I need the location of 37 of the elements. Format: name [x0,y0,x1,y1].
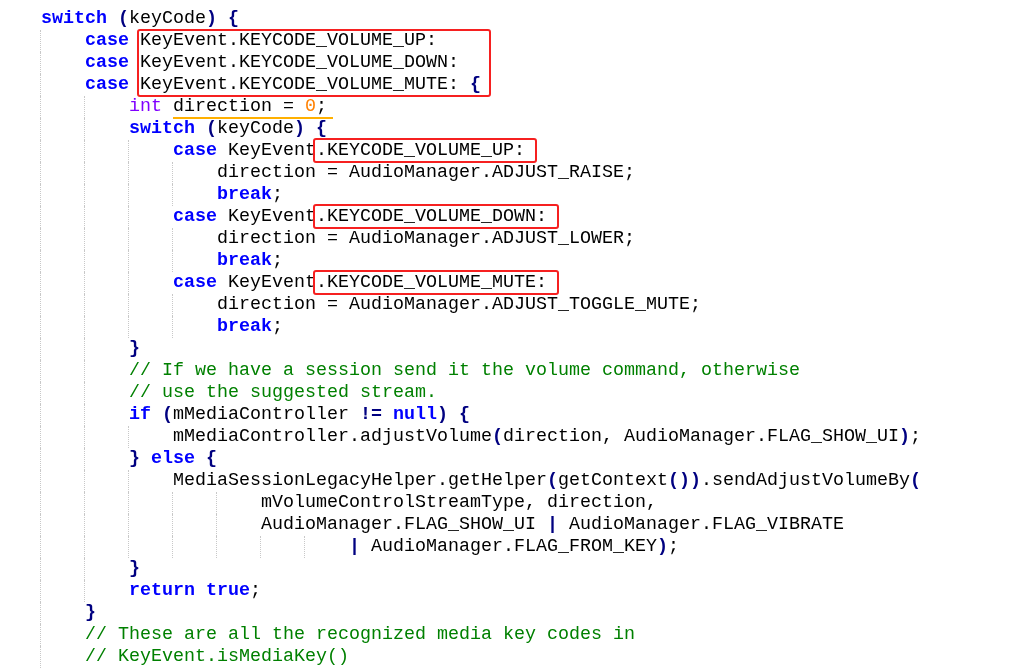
code-line: break; [217,250,283,271]
code-line: | AudioManager.FLAG_FROM_KEY); [349,536,679,557]
code-line: MediaSessionLegacyHelper.getHelper(getContext()).sendAdjustVolumeBy( [173,470,921,491]
code-line: case KeyEvent [173,272,316,293]
code-line: return true; [129,580,261,601]
code-comment: // use the suggested stream. [129,382,437,403]
code-line: switch (keyCode) { [41,8,239,29]
code-line: if (mMediaController != null) { [129,404,470,425]
code-comment: // If we have a session send it the volume command, otherwise [129,360,800,381]
code-line: break; [217,184,283,205]
highlighted-code: KeyEvent.KEYCODE_VOLUME_UP: [140,30,437,51]
code-line: switch (keyCode) { [129,118,327,139]
code-line: case [85,74,130,95]
code-comment: // KeyEvent.isMediaKey() [85,646,349,667]
code-line: } [129,338,140,359]
code-line: direction = AudioManager.ADJUST_TOGGLE_MUTE; [217,294,701,315]
highlighted-code: .KEYCODE_VOLUME_MUTE: [313,270,559,295]
code-line: case [85,52,130,73]
code-line: case KeyEvent [173,206,316,227]
highlighted-code: .KEYCODE_VOLUME_DOWN: [313,204,559,229]
code-line: direction = AudioManager.ADJUST_RAISE; [217,162,635,183]
code-line: } [85,602,96,623]
code-line: int [129,96,163,117]
code-line: direction = AudioManager.ADJUST_LOWER; [217,228,635,249]
code-line: } [129,558,140,579]
code-line: AudioManager.FLAG_SHOW_UI | AudioManager.FLAG_VIBRATE [261,514,844,535]
code-line: mMediaController.adjustVolume(direction, AudioManager.FLAG_SHOW_UI); [173,426,921,447]
code-comment: // These are all the recognized media key codes in [85,624,635,645]
code-line: case KeyEvent [173,140,316,161]
code-line: mVolumeControlStreamType, direction, [261,492,657,513]
highlighted-code: .KEYCODE_VOLUME_UP: [313,138,537,163]
code-line: } else { [129,448,217,469]
highlighted-code: KeyEvent.KEYCODE_VOLUME_MUTE: { [140,74,481,95]
code-line: case [85,30,130,51]
underlined-code: direction = 0; [173,96,333,119]
highlighted-code: KeyEvent.KEYCODE_VOLUME_DOWN: [140,52,459,73]
code-line: break; [217,316,283,337]
